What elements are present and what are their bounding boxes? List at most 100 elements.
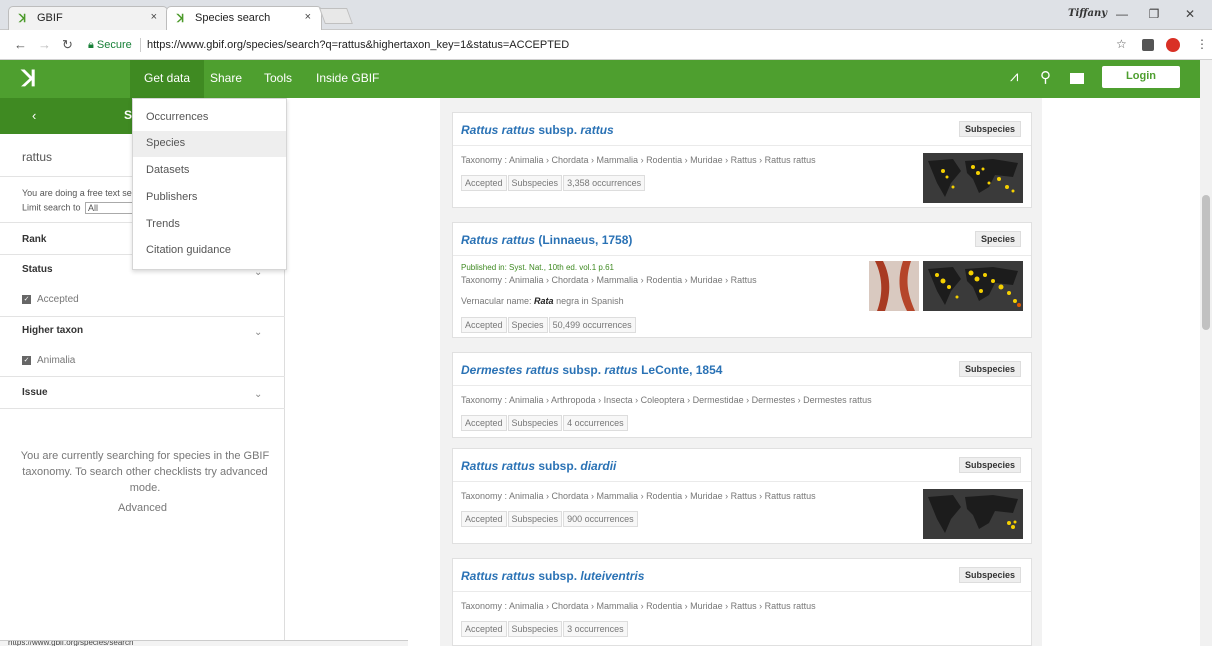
activity-icon[interactable]: ⩘ [1010, 68, 1018, 85]
facet-issue[interactable]: Issue [22, 387, 48, 398]
divider [140, 38, 141, 52]
rank-badge: Subspecies [958, 567, 1021, 583]
menu-item-publishers[interactable]: Publishers [133, 185, 286, 211]
login-button[interactable]: Login [1102, 66, 1180, 88]
tab-species-search[interactable]: ꓘ Species search × [166, 6, 322, 30]
new-tab-button[interactable] [319, 8, 353, 24]
rank-badge: Subspecies [958, 361, 1021, 377]
vernacular-name: Vernacular name: Rata negra in Spanish [461, 296, 624, 306]
menu-icon[interactable]: ⋮ [1196, 37, 1208, 51]
tag-occurrences: 4 occurrences [563, 415, 628, 431]
tab-label: GBIF [37, 12, 63, 24]
limit-label: Limit search to [22, 202, 81, 213]
nav-get-data[interactable]: Get data [130, 60, 205, 98]
taxonomy-path: Taxonomy : Animalia › Chordata › Mammali… [461, 601, 816, 611]
limit-search: Limit search to All [22, 202, 134, 214]
menu-item-trends[interactable]: Trends [133, 212, 286, 238]
rank-badge: Species [974, 231, 1021, 247]
tag-status: Accepted [461, 317, 507, 333]
taxonomy-path: Taxonomy : Animalia › Chordata › Mammali… [461, 155, 816, 165]
sidebar-header-title: S [124, 108, 133, 122]
tab-label: Species search [195, 12, 271, 24]
address-bar: ← → ↻ 🔒︎ Secure https://www.gbif.org/spe… [0, 30, 1212, 60]
feedback-icon[interactable] [1070, 73, 1084, 84]
search-input[interactable]: rattus [22, 150, 52, 164]
tab-gbif[interactable]: ꓘ GBIF × [8, 6, 168, 30]
taxonomy-path: Taxonomy : Animalia › Arthropoda › Insec… [461, 395, 872, 405]
taxonomy-path: Taxonomy : Animalia › Chordata › Mammali… [461, 491, 816, 501]
limit-select[interactable]: All [85, 202, 134, 214]
divider [0, 408, 285, 409]
search-icon[interactable]: ⚲ [1040, 68, 1051, 86]
result-title[interactable]: Rattus rattus subsp. rattus [461, 123, 614, 137]
secure-label: Secure [96, 39, 132, 51]
tag-status: Accepted [461, 415, 507, 431]
chevron-down-icon[interactable]: ⌄ [254, 327, 262, 338]
gbif-logo-icon[interactable]: ꓘ [22, 66, 36, 92]
gbif-favicon-icon: ꓘ [177, 13, 185, 25]
divider [453, 385, 1031, 386]
divider [453, 591, 1031, 592]
minimize-icon[interactable]: — [1112, 7, 1132, 21]
result-tags: Accepted Subspecies 900 occurrences [461, 511, 639, 527]
sidebar-info-text: You are currently searching for species … [20, 450, 270, 494]
checkbox-accepted[interactable]: ✓ Accepted [22, 294, 79, 305]
checkbox-label: Animalia [37, 355, 76, 366]
result-tags: Accepted Subspecies 4 occurrences [461, 415, 629, 431]
checkbox-animalia[interactable]: ✓ Animalia [22, 355, 75, 366]
tab-close-icon[interactable]: × [151, 11, 157, 23]
menu-item-citation-guidance[interactable]: Citation guidance [133, 238, 286, 264]
result-card: Rattus rattus subsp. rattus Subspecies T… [452, 112, 1032, 208]
close-window-icon[interactable]: ✕ [1180, 7, 1200, 21]
url-input[interactable]: https://www.gbif.org/species/search?q=ra… [147, 39, 569, 51]
nav-tools[interactable]: Tools [264, 71, 292, 85]
facet-status[interactable]: Status [22, 264, 53, 275]
tag-status: Accepted [461, 511, 507, 527]
occurrence-map [923, 261, 1023, 311]
gbif-favicon-icon: ꓘ [19, 13, 27, 25]
reload-icon[interactable]: ↻ [62, 37, 73, 53]
extension-icon[interactable] [1142, 39, 1154, 51]
link-status-bar: https://www.gbif.org/species/search [0, 640, 408, 646]
tag-rank: Subspecies [507, 175, 563, 191]
menu-item-occurrences[interactable]: Occurrences [133, 105, 286, 131]
get-data-dropdown: Occurrences Species Datasets Publishers … [132, 98, 287, 270]
result-title[interactable]: Rattus rattus subsp. diardii [461, 459, 616, 473]
adblock-icon[interactable] [1166, 38, 1180, 52]
result-tags: Accepted Subspecies 3,358 occurrences [461, 175, 646, 191]
result-title[interactable]: Dermestes rattus subsp. rattus LeConte, … [461, 363, 722, 377]
back-icon[interactable]: ← [14, 37, 27, 52]
tag-rank: Species [507, 317, 548, 333]
divider [453, 481, 1031, 482]
star-icon[interactable]: ☆ [1116, 37, 1127, 51]
result-card: Rattus rattus subsp. diardii Subspecies … [452, 448, 1032, 544]
nav-inside-gbif[interactable]: Inside GBIF [316, 71, 379, 85]
menu-item-species[interactable]: Species [133, 131, 286, 157]
profile-name[interactable]: Tiffany [1068, 8, 1107, 19]
tag-rank: Subspecies [507, 415, 563, 431]
results-list: Rattus rattus subsp. rattus Subspecies T… [440, 98, 1042, 646]
species-photo[interactable] [869, 261, 919, 311]
divider [0, 316, 285, 317]
checkbox-checked-icon: ✓ [22, 355, 31, 365]
facet-rank[interactable]: Rank [22, 234, 46, 245]
forward-icon[interactable]: → [38, 37, 51, 52]
restore-icon[interactable]: ❐ [1144, 7, 1164, 21]
page-scrollbar[interactable] [1200, 60, 1212, 646]
chevron-down-icon[interactable]: ⌄ [254, 389, 262, 400]
facet-higher-taxon[interactable]: Higher taxon [22, 325, 83, 336]
tab-close-icon[interactable]: × [305, 11, 311, 23]
published-in: Published in: Syst. Nat., 10th ed. vol.1… [461, 263, 614, 272]
secure-indicator[interactable]: 🔒︎ Secure [88, 39, 132, 52]
nav-share[interactable]: Share [210, 71, 242, 85]
site-header: ꓘ Get data Share Tools Inside GBIF ⩘ ⚲ L… [0, 60, 1200, 98]
advanced-link[interactable]: Advanced [0, 502, 285, 514]
menu-item-datasets[interactable]: Datasets [133, 158, 286, 184]
result-title[interactable]: Rattus rattus subsp. luteiventris [461, 569, 644, 583]
result-tags: Accepted Subspecies 3 occurrences [461, 621, 629, 637]
tag-occurrences: 900 occurrences [563, 511, 638, 527]
scrollbar-thumb[interactable] [1202, 195, 1210, 330]
result-title[interactable]: Rattus rattus (Linnaeus, 1758) [461, 233, 632, 247]
lock-icon: 🔒︎ [88, 39, 94, 51]
chevron-left-icon[interactable]: ‹ [32, 108, 36, 123]
